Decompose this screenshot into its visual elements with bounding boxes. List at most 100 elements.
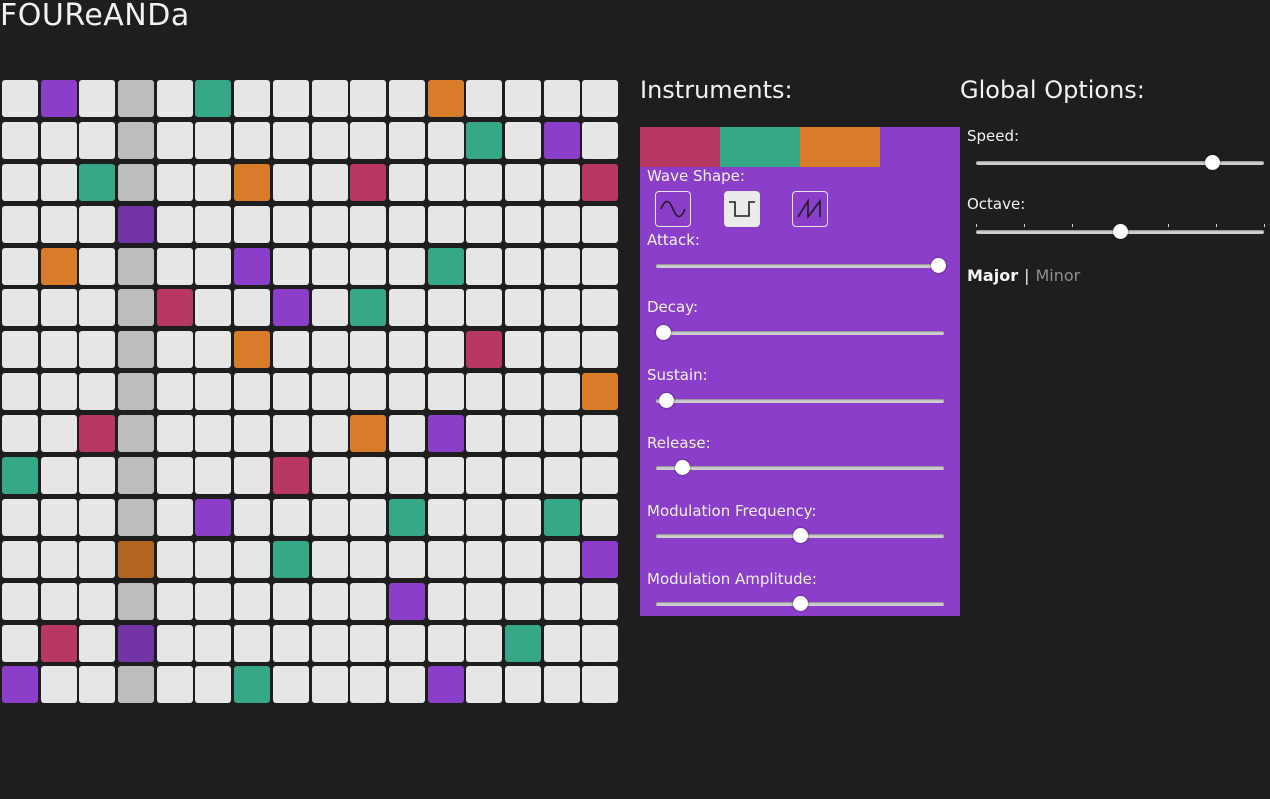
- grid-cell[interactable]: [582, 289, 619, 327]
- grid-cell[interactable]: [466, 289, 503, 327]
- sustain-slider[interactable]: [656, 393, 944, 409]
- grid-cell[interactable]: [234, 163, 271, 201]
- grid-cell[interactable]: [195, 457, 232, 495]
- grid-cell[interactable]: [118, 121, 155, 159]
- grid-cell[interactable]: [388, 582, 425, 620]
- grid-cell[interactable]: [2, 331, 38, 369]
- grid-cell[interactable]: [350, 205, 387, 243]
- grid-cell[interactable]: [388, 289, 425, 327]
- grid-cell[interactable]: [582, 624, 619, 662]
- grid-cell[interactable]: [272, 373, 309, 411]
- grid-cell[interactable]: [350, 289, 387, 327]
- grid-cell[interactable]: [118, 80, 155, 117]
- grid-cell[interactable]: [388, 373, 425, 411]
- grid-cell[interactable]: [427, 624, 464, 662]
- grid-cell[interactable]: [272, 331, 309, 369]
- grid-cell[interactable]: [118, 457, 155, 495]
- grid-cell[interactable]: [388, 121, 425, 159]
- grid-cell[interactable]: [350, 247, 387, 285]
- grid-cell[interactable]: [272, 666, 309, 704]
- grid-cell[interactable]: [427, 582, 464, 620]
- grid-cell[interactable]: [118, 624, 155, 662]
- grid-cell[interactable]: [234, 498, 271, 536]
- grid-cell[interactable]: [543, 415, 580, 453]
- grid-cell[interactable]: [427, 247, 464, 285]
- major-scale-option[interactable]: Major: [967, 266, 1018, 285]
- grid-cell[interactable]: [195, 289, 232, 327]
- grid-cell[interactable]: [118, 415, 155, 453]
- grid-cell[interactable]: [234, 121, 271, 159]
- grid-cell[interactable]: [156, 666, 193, 704]
- grid-cell[interactable]: [234, 415, 271, 453]
- grid-cell[interactable]: [543, 624, 580, 662]
- grid-cell[interactable]: [350, 373, 387, 411]
- grid-cell[interactable]: [388, 624, 425, 662]
- grid-cell[interactable]: [543, 582, 580, 620]
- grid-cell[interactable]: [195, 331, 232, 369]
- grid-cell[interactable]: [504, 666, 541, 704]
- grid-cell[interactable]: [156, 624, 193, 662]
- grid-cell[interactable]: [272, 540, 309, 578]
- grid-cell[interactable]: [118, 205, 155, 243]
- grid-cell[interactable]: [156, 163, 193, 201]
- grid-cell[interactable]: [118, 247, 155, 285]
- grid-cell[interactable]: [79, 624, 116, 662]
- grid-cell[interactable]: [79, 457, 116, 495]
- grid-cell[interactable]: [156, 331, 193, 369]
- grid-cell[interactable]: [466, 457, 503, 495]
- grid-cell[interactable]: [156, 80, 193, 117]
- grid-cell[interactable]: [582, 163, 619, 201]
- grid-cell[interactable]: [350, 624, 387, 662]
- grid-cell[interactable]: [466, 498, 503, 536]
- grid-cell[interactable]: [350, 121, 387, 159]
- grid-cell[interactable]: [40, 331, 77, 369]
- grid-cell[interactable]: [466, 540, 503, 578]
- grid-cell[interactable]: [156, 289, 193, 327]
- grid-cell[interactable]: [582, 121, 619, 159]
- grid-cell[interactable]: [79, 415, 116, 453]
- grid-cell[interactable]: [466, 624, 503, 662]
- grid-cell[interactable]: [118, 540, 155, 578]
- grid-cell[interactable]: [79, 540, 116, 578]
- grid-cell[interactable]: [582, 457, 619, 495]
- grid-cell[interactable]: [466, 373, 503, 411]
- grid-cell[interactable]: [466, 80, 503, 117]
- grid-cell[interactable]: [427, 415, 464, 453]
- grid-cell[interactable]: [311, 498, 348, 536]
- grid-cell[interactable]: [311, 205, 348, 243]
- grid-cell[interactable]: [2, 498, 38, 536]
- grid-cell[interactable]: [2, 624, 38, 662]
- grid-cell[interactable]: [2, 121, 38, 159]
- grid-cell[interactable]: [195, 121, 232, 159]
- grid-cell[interactable]: [504, 247, 541, 285]
- grid-cell[interactable]: [543, 373, 580, 411]
- grid-cell[interactable]: [156, 373, 193, 411]
- grid-cell[interactable]: [118, 289, 155, 327]
- grid-cell[interactable]: [234, 666, 271, 704]
- grid-cell[interactable]: [311, 331, 348, 369]
- grid-cell[interactable]: [2, 289, 38, 327]
- grid-cell[interactable]: [504, 624, 541, 662]
- grid-cell[interactable]: [582, 415, 619, 453]
- grid-cell[interactable]: [388, 205, 425, 243]
- grid-cell[interactable]: [582, 540, 619, 578]
- grid-cell[interactable]: [79, 163, 116, 201]
- release-slider[interactable]: [656, 460, 944, 476]
- grid-cell[interactable]: [311, 582, 348, 620]
- grid-cell[interactable]: [156, 498, 193, 536]
- grid-cell[interactable]: [2, 457, 38, 495]
- grid-cell[interactable]: [466, 163, 503, 201]
- grid-cell[interactable]: [272, 247, 309, 285]
- square-wave-button[interactable]: [724, 191, 760, 227]
- grid-cell[interactable]: [272, 121, 309, 159]
- grid-cell[interactable]: [427, 289, 464, 327]
- instrument-tab-2[interactable]: [720, 127, 800, 167]
- grid-cell[interactable]: [504, 373, 541, 411]
- grid-cell[interactable]: [79, 80, 116, 117]
- grid-cell[interactable]: [195, 163, 232, 201]
- grid-cell[interactable]: [234, 289, 271, 327]
- grid-cell[interactable]: [350, 498, 387, 536]
- grid-cell[interactable]: [79, 666, 116, 704]
- grid-cell[interactable]: [118, 666, 155, 704]
- grid-cell[interactable]: [272, 205, 309, 243]
